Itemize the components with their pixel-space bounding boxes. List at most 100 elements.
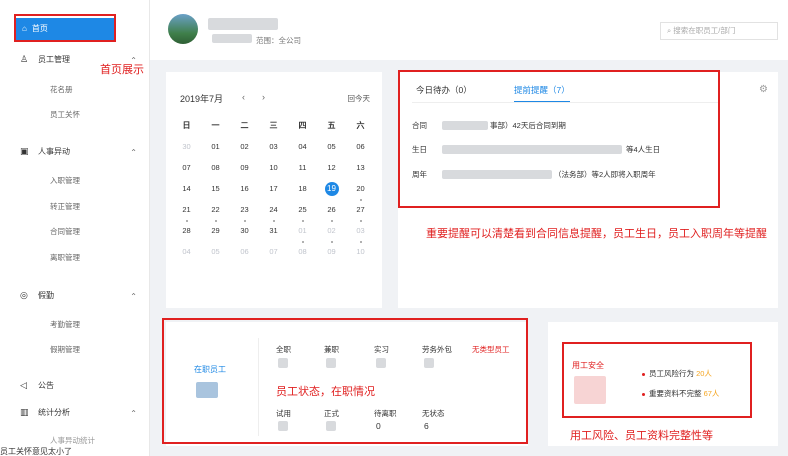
weekday-label: 一 <box>211 121 220 130</box>
calendar-day[interactable]: 11 <box>288 160 317 181</box>
calendar-day[interactable]: 15 <box>201 181 230 202</box>
search-input[interactable]: ⌕ 搜索在职员工/部门 <box>660 22 778 40</box>
calendar-month: 2019年7月 <box>180 94 224 104</box>
calendar-day[interactable]: 05 <box>317 139 346 160</box>
sidebar-item-attendance-mgmt[interactable]: 考勤管理 <box>50 319 80 330</box>
next-month-button[interactable]: › <box>262 92 265 102</box>
calendar-day[interactable]: 01 <box>201 139 230 160</box>
event-dot <box>301 241 304 243</box>
sidebar-item-contract[interactable]: 合同管理 <box>50 226 80 237</box>
gear-icon[interactable]: ⚙ <box>759 84 768 95</box>
annotation-reminder: 重要提醒可以清楚看到合同信息提醒，员工生日，员工入职周年等提醒 <box>426 228 767 240</box>
document-icon: ▣ <box>20 146 29 156</box>
event-dot <box>301 220 304 222</box>
sidebar-item-leave-mgmt[interactable]: 假期管理 <box>50 344 80 355</box>
annotation-box-risk <box>562 342 752 418</box>
calendar-day[interactable]: 13 <box>346 160 375 181</box>
calendar-day[interactable]: 08 <box>288 244 317 265</box>
footnote: 员工关怀意见太小了 <box>0 447 72 456</box>
calendar-day[interactable]: 01 <box>288 223 317 244</box>
calendar-day[interactable]: 18 <box>288 181 317 202</box>
calendar-day[interactable]: 27 <box>346 202 375 223</box>
calendar-day[interactable]: 03 <box>346 223 375 244</box>
event-dot <box>330 220 333 222</box>
calendar-day[interactable]: 23 <box>230 202 259 223</box>
calendar-day[interactable]: 12 <box>317 160 346 181</box>
chevron-up-icon[interactable]: ⌃ <box>130 292 137 301</box>
sidebar-item-onboarding[interactable]: 入职管理 <box>50 175 80 186</box>
calendar-day[interactable]: 02 <box>230 139 259 160</box>
calendar-day[interactable]: 21 <box>172 202 201 223</box>
calendar-day[interactable]: 09 <box>230 160 259 181</box>
calendar-day[interactable]: 10 <box>346 244 375 265</box>
weekday-label: 日 <box>182 121 191 130</box>
weekday-label: 六 <box>356 121 365 130</box>
event-dot <box>243 220 246 222</box>
calendar-day[interactable]: 07 <box>259 244 288 265</box>
calendar-day[interactable]: 16 <box>230 181 259 202</box>
calendar-card: 2019年7月 ‹ › 回今天 日一二三四五六 30 01 02 03 04 05 06 07 0… <box>166 72 382 308</box>
event-dot <box>272 220 275 222</box>
calendar-day[interactable]: 26 <box>317 202 346 223</box>
avatar[interactable] <box>168 14 198 44</box>
sidebar-item-care[interactable]: 员工关怀 <box>50 109 80 120</box>
calendar-day[interactable]: 20 <box>346 181 375 202</box>
weekday-label: 二 <box>240 121 249 130</box>
calendar-day[interactable]: 25 <box>288 202 317 223</box>
sidebar-item-personnel[interactable]: ▣ 人事异动 <box>20 146 70 157</box>
calendar-day[interactable]: 05 <box>201 244 230 265</box>
calendar-day[interactable]: 07 <box>172 160 201 181</box>
today-button[interactable]: 回今天 <box>348 93 371 104</box>
calendar-grid: 日一二三四五六 30 01 02 03 04 05 06 07 08 09 10 11 12 13 14 15 1… <box>172 118 375 265</box>
annotation-box-reminder <box>398 70 720 208</box>
sidebar-item-notice[interactable]: ◁ 公告 <box>20 380 54 391</box>
calendar-day[interactable]: 08 <box>201 160 230 181</box>
event-dot <box>185 220 188 222</box>
prev-month-button[interactable]: ‹ <box>242 92 245 102</box>
annotation-risk: 用工风险、员工资料完整性等 <box>570 430 713 442</box>
scope-text: 范围：全公司 <box>256 36 301 45</box>
bar-chart-icon: ▥ <box>20 407 29 417</box>
calendar-day[interactable]: 24 <box>259 202 288 223</box>
speaker-icon: ◁ <box>20 380 27 390</box>
calendar-day[interactable]: 04 <box>172 244 201 265</box>
event-dot <box>214 220 217 222</box>
sidebar-item-personnel-stats[interactable]: 人事异动统计 <box>50 435 95 446</box>
calendar-day[interactable]: 30 <box>172 139 201 160</box>
annotation-box-home <box>14 14 116 42</box>
blurred-name <box>208 18 278 30</box>
calendar-day[interactable]: 06 <box>346 139 375 160</box>
sidebar-item-employee-mgmt[interactable]: ♙ 员工管理 <box>20 54 70 65</box>
annotation-box-status <box>162 318 528 444</box>
header: 范围：全公司 ⌕ 搜索在职员工/部门 <box>150 0 788 60</box>
annotation-home: 首页展示 <box>100 64 144 76</box>
event-dot <box>359 241 362 243</box>
chevron-up-icon[interactable]: ⌃ <box>130 409 137 418</box>
sidebar-item-attendance[interactable]: ◎ 假勤 <box>20 290 54 301</box>
calendar-day[interactable]: 31 <box>259 223 288 244</box>
calendar-day[interactable]: 19 <box>317 181 346 202</box>
sidebar-item-resignation[interactable]: 离职管理 <box>50 252 80 263</box>
calendar-day[interactable]: 14 <box>172 181 201 202</box>
calendar-day[interactable]: 17 <box>259 181 288 202</box>
calendar-day[interactable]: 28 <box>172 223 201 244</box>
user-icon: ♙ <box>20 54 29 64</box>
calendar-day[interactable]: 02 <box>317 223 346 244</box>
annotation-status: 员工状态，在职情况 <box>276 386 375 398</box>
sidebar-item-roster[interactable]: 花名册 <box>50 84 73 95</box>
sidebar-item-regularize[interactable]: 转正管理 <box>50 201 80 212</box>
calendar-day[interactable]: 30 <box>230 223 259 244</box>
calendar-day[interactable]: 09 <box>317 244 346 265</box>
calendar-day[interactable]: 03 <box>259 139 288 160</box>
blurred-company <box>212 34 252 43</box>
chevron-up-icon[interactable]: ⌃ <box>130 148 137 157</box>
event-dot <box>359 199 362 201</box>
calendar-day[interactable]: 29 <box>201 223 230 244</box>
calendar-day[interactable]: 04 <box>288 139 317 160</box>
weekday-label: 五 <box>327 121 336 130</box>
event-dot <box>359 220 362 222</box>
calendar-day[interactable]: 22 <box>201 202 230 223</box>
calendar-day[interactable]: 06 <box>230 244 259 265</box>
sidebar-item-stats[interactable]: ▥ 统计分析 <box>20 407 70 418</box>
calendar-day[interactable]: 10 <box>259 160 288 181</box>
